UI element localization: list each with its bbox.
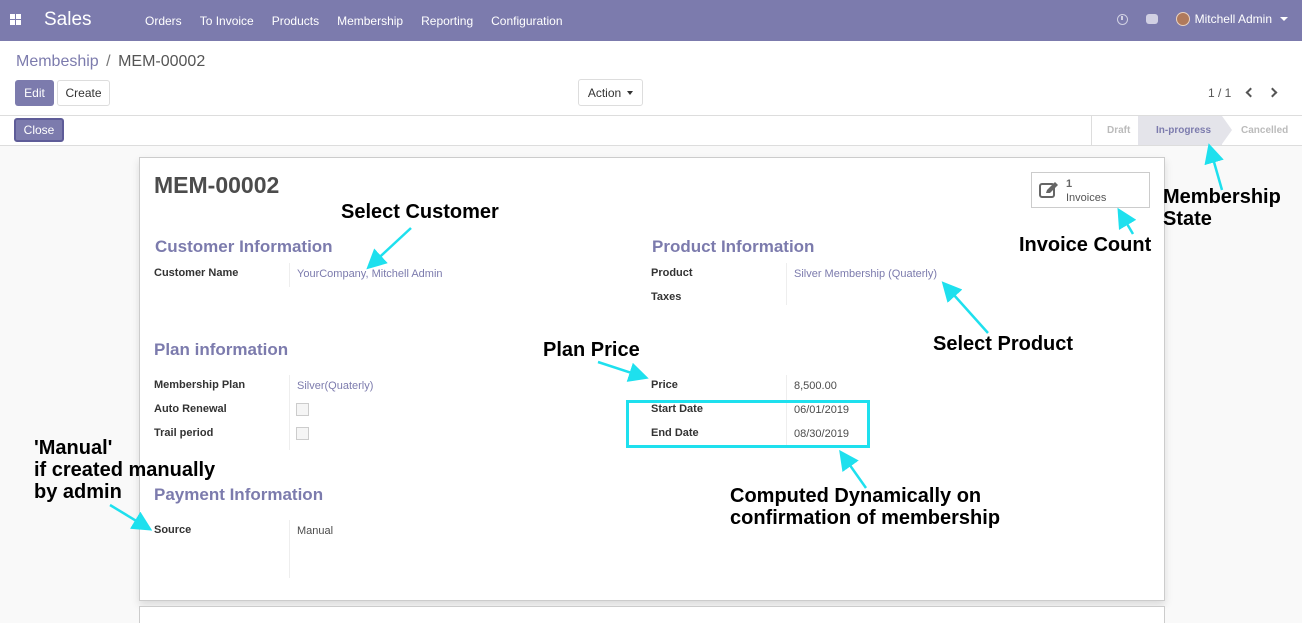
arrow-to-price [597, 360, 649, 382]
arrow-to-stage [1204, 143, 1224, 191]
arrow-to-customer-field [366, 227, 412, 270]
annotation-arrows [109, 143, 1224, 531]
arrow-to-invoice-button [1117, 207, 1137, 235]
arrow-to-source [109, 503, 153, 531]
arrow-to-product-field [941, 281, 989, 334]
arrow-to-dates [839, 449, 868, 489]
